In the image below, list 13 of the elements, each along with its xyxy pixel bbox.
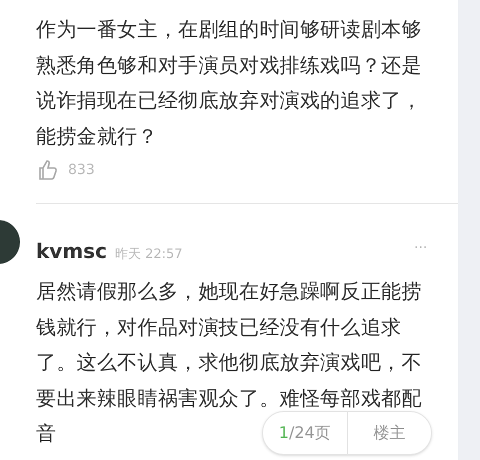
comment-text-line: 钱就行，对作品对演技已经没有什么追求 <box>36 314 402 338</box>
page-indicator[interactable]: 1/24页 <box>263 412 348 454</box>
comment-text: 作为一番女主，在剧组的时间够研读剧本够熟悉角色够和对手演员对戏排练戏吗？还是说诈捐现在已经彻底放弃对演戏的追求了，能捞金就行？ <box>36 16 423 150</box>
comment-text-line: 音 <box>36 421 56 445</box>
more-button[interactable]: ··· <box>414 238 428 259</box>
comment-text-line: 居然请假那么多，她现在好急躁啊反正能捞 <box>36 279 422 303</box>
thumbs-up-icon[interactable] <box>36 158 60 182</box>
author-only-button[interactable]: 楼主 <box>348 412 431 454</box>
like-count: 833 <box>68 160 95 180</box>
comment-text-line: 要出来辣眼睛祸害观众了。难怪每部戏都配 <box>36 386 422 410</box>
username[interactable]: kvmsc <box>36 236 107 266</box>
comment-time: 昨天 22:57 <box>114 246 183 264</box>
comment-text-line: 了。这么不认真，求他彻底放弃演戏吧，不 <box>36 350 422 374</box>
